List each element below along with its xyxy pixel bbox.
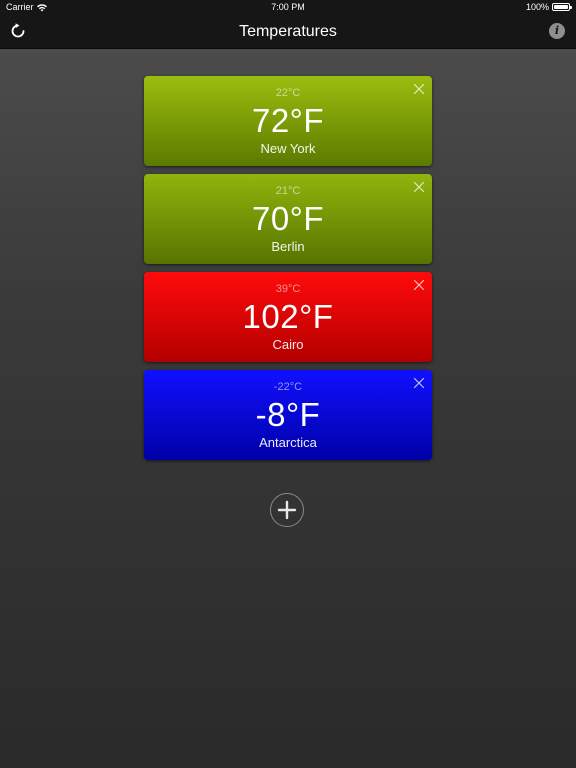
- delete-card-button[interactable]: [412, 376, 426, 390]
- fahrenheit-value: -8°F: [255, 396, 321, 433]
- fahrenheit-value: 72°F: [251, 102, 325, 139]
- page-title: Temperatures: [239, 23, 337, 40]
- status-bar: Carrier 7:00 PM 100%: [0, 0, 576, 14]
- info-icon: i: [554, 24, 560, 37]
- status-time: 7:00 PM: [271, 2, 305, 12]
- delete-card-button[interactable]: [412, 278, 426, 292]
- delete-card-button[interactable]: [412, 180, 426, 194]
- close-icon: [413, 83, 425, 95]
- temperature-card[interactable]: -22°C -8°F Antarctica: [144, 370, 432, 460]
- status-battery: 100%: [525, 2, 572, 12]
- battery-icon: [552, 3, 572, 11]
- city-name: Cairo: [272, 337, 304, 352]
- temperature-card-list: 22°C 72°F New York 21°C 70°F Berlin 39°C…: [144, 76, 432, 468]
- temperature-card[interactable]: 22°C 72°F New York: [144, 76, 432, 166]
- celsius-label: 39°C: [275, 283, 301, 295]
- delete-card-button[interactable]: [412, 82, 426, 96]
- celsius-label: 21°C: [275, 185, 301, 197]
- city-name: Antarctica: [259, 435, 317, 450]
- temperature-card[interactable]: 39°C 102°F Cairo: [144, 272, 432, 362]
- fahrenheit-value: 70°F: [251, 200, 325, 237]
- celsius-label: -22°C: [273, 381, 303, 393]
- celsius-label: 22°C: [275, 87, 301, 99]
- battery-fill: [554, 5, 568, 9]
- fahrenheit-value: 102°F: [242, 298, 334, 335]
- city-name: New York: [260, 141, 316, 156]
- close-icon: [413, 377, 425, 389]
- close-icon: [413, 279, 425, 291]
- info-button[interactable]: i: [549, 23, 565, 39]
- temperature-card[interactable]: 21°C 70°F Berlin: [144, 174, 432, 264]
- add-city-button[interactable]: [270, 493, 304, 527]
- city-name: Berlin: [271, 239, 305, 254]
- close-icon: [413, 181, 425, 193]
- nav-bar: Temperatures i: [0, 14, 576, 49]
- plus-icon: [277, 500, 297, 520]
- battery-percent: 100%: [525, 2, 549, 12]
